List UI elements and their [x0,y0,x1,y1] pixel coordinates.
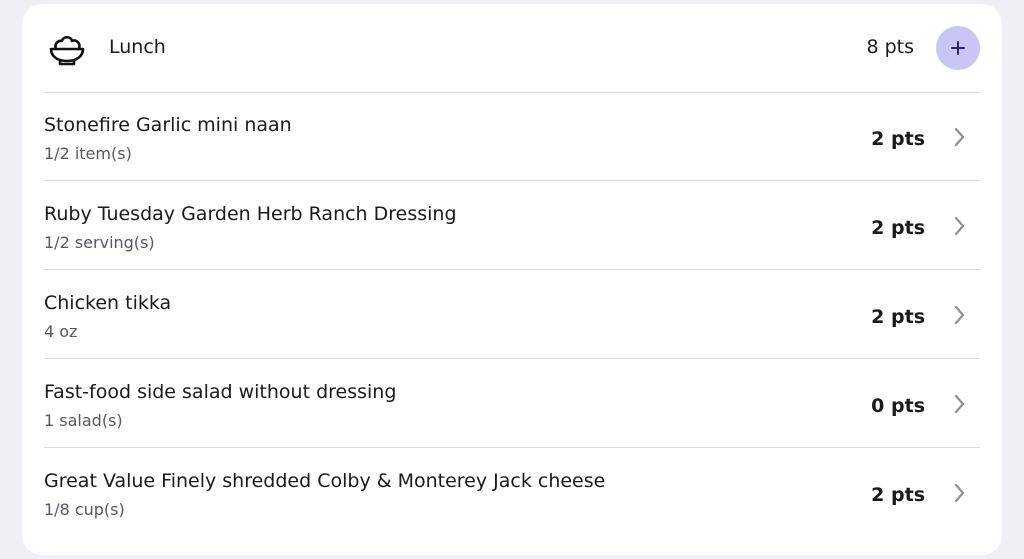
item-name: Fast-food side salad without dressing [44,381,397,403]
list-item[interactable]: Ruby Tuesday Garden Herb Ranch Dressing … [44,181,980,270]
list-item[interactable]: Fast-food side salad without dressing 1 … [44,359,980,448]
chevron-right-icon [954,394,965,414]
chevron-right-icon [954,127,965,147]
plus-icon [951,41,965,55]
meal-header: Lunch 8 pts [44,4,980,93]
item-points: 0 pts [871,395,925,417]
food-list: Stonefire Garlic mini naan 1/2 item(s) 2… [44,92,980,536]
chevron-right-icon [954,305,965,325]
item-points: 2 pts [871,484,925,506]
item-quantity: 1 salad(s) [44,411,123,430]
add-food-button[interactable] [936,26,980,70]
item-name: Chicken tikka [44,292,172,314]
item-name: Stonefire Garlic mini naan [44,114,292,136]
item-name: Great Value Finely shredded Colby & Mont… [44,470,606,492]
meal-title: Lunch [109,36,166,58]
item-quantity: 1/2 serving(s) [44,233,155,252]
list-item[interactable]: Chicken tikka 4 oz 2 pts [44,270,980,359]
chevron-right-icon [954,216,965,236]
item-quantity: 1/2 item(s) [44,144,132,163]
chevron-right-icon [954,483,965,503]
list-item[interactable]: Great Value Finely shredded Colby & Mont… [44,448,980,536]
meal-card: Lunch 8 pts Stonefire Garlic mini naan 1… [22,4,1002,555]
item-points: 2 pts [871,128,925,150]
meal-points: 8 pts [866,36,914,58]
item-points: 2 pts [871,217,925,239]
item-quantity: 4 oz [44,322,78,341]
salad-bowl-icon [49,35,85,66]
item-name: Ruby Tuesday Garden Herb Ranch Dressing [44,203,457,225]
list-item[interactable]: Stonefire Garlic mini naan 1/2 item(s) 2… [44,92,980,181]
item-quantity: 1/8 cup(s) [44,500,125,519]
item-points: 2 pts [871,306,925,328]
